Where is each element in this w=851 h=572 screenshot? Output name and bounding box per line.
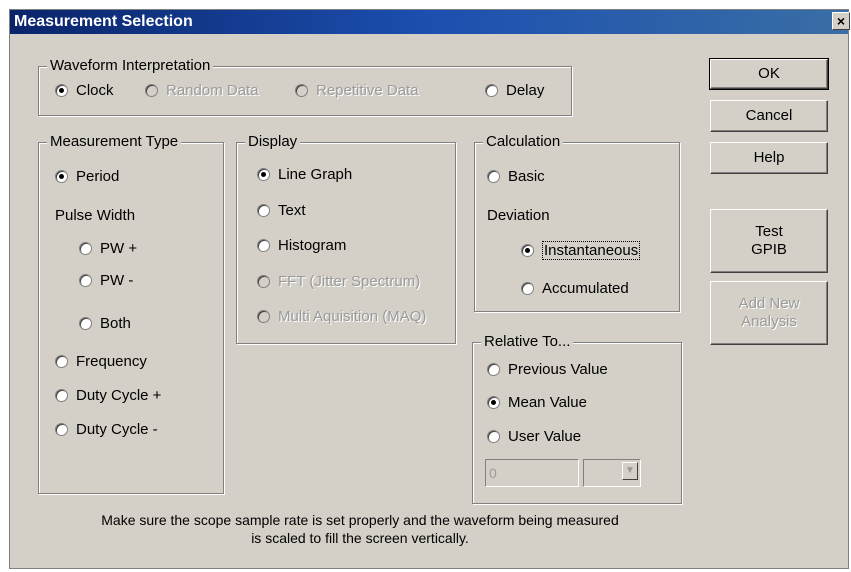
- pulse-width-label: Pulse Width: [55, 207, 136, 224]
- radio-random-data[interactable]: Random Data: [145, 82, 259, 99]
- help-button[interactable]: Help: [710, 142, 828, 174]
- radio-dot-selected: [521, 244, 534, 257]
- radio-dot: [487, 430, 500, 443]
- footer-note-line-2: is scaled to fill the screen vertically.: [251, 530, 469, 546]
- radio-histogram-label: Histogram: [278, 237, 347, 254]
- radio-dot: [55, 423, 68, 436]
- radio-dot: [487, 363, 500, 376]
- radio-dot: [257, 239, 270, 252]
- radio-dot: [521, 282, 534, 295]
- radio-dot-selected: [257, 168, 270, 181]
- display-group: Display Line Graph Text Histogram FFT (J…: [236, 133, 456, 344]
- radio-accumulated[interactable]: Accumulated: [521, 280, 629, 297]
- radio-line-graph-label: Line Graph: [278, 166, 353, 183]
- add-new-label-1: Add New: [738, 295, 800, 312]
- radio-random-data-label: Random Data: [166, 82, 259, 99]
- display-legend: Display: [245, 133, 301, 150]
- radio-pw-minus-label: PW -: [100, 272, 134, 289]
- radio-dot: [79, 317, 92, 330]
- relative-to-group: Relative To... Previous Value Mean Value…: [472, 333, 682, 504]
- measurement-type-group: Measurement Type Period Pulse Width PW +…: [38, 133, 224, 494]
- radio-duty-cycle-plus-label: Duty Cycle +: [76, 387, 162, 404]
- relative-to-legend: Relative To...: [481, 333, 574, 350]
- radio-instantaneous[interactable]: Instantaneous: [521, 241, 641, 260]
- add-new-label-2: Analysis: [741, 313, 797, 330]
- deviation-label: Deviation: [487, 207, 550, 224]
- measurement-type-legend: Measurement Type: [47, 133, 182, 150]
- radio-pw-minus[interactable]: PW -: [79, 272, 133, 289]
- radio-dot: [485, 84, 498, 97]
- radio-text-label: Text: [278, 202, 306, 219]
- add-new-analysis-button[interactable]: Add New Analysis: [710, 281, 828, 345]
- radio-dot: [145, 84, 158, 97]
- radio-line-graph[interactable]: Line Graph: [257, 166, 352, 183]
- title-bar: Measurement Selection ×: [10, 10, 850, 34]
- waveform-interpretation-group: Waveform Interpretation Clock Random Dat…: [38, 57, 572, 116]
- radio-both[interactable]: Both: [79, 315, 131, 332]
- radio-mean-value-label: Mean Value: [508, 394, 587, 411]
- cancel-button[interactable]: Cancel: [710, 100, 828, 132]
- radio-dot-selected: [55, 170, 68, 183]
- radio-maq[interactable]: Multi Aquisition (MAQ): [257, 308, 426, 325]
- radio-basic-label: Basic: [508, 168, 545, 185]
- radio-dot-selected: [55, 84, 68, 97]
- radio-repetitive-data[interactable]: Repetitive Data: [295, 82, 419, 99]
- radio-dot: [55, 355, 68, 368]
- radio-dot: [257, 310, 270, 323]
- radio-accumulated-label: Accumulated: [542, 280, 629, 297]
- radio-pw-plus[interactable]: PW +: [79, 240, 137, 257]
- radio-dot: [79, 242, 92, 255]
- radio-delay-label: Delay: [506, 82, 545, 99]
- radio-dot: [487, 170, 500, 183]
- radio-dot: [79, 274, 92, 287]
- waveform-interpretation-legend: Waveform Interpretation: [47, 57, 214, 74]
- radio-histogram[interactable]: Histogram: [257, 237, 346, 254]
- radio-period-label: Period: [76, 168, 120, 185]
- radio-repetitive-data-label: Repetitive Data: [316, 82, 419, 99]
- radio-pw-plus-label: PW +: [100, 240, 138, 257]
- radio-period[interactable]: Period: [55, 168, 119, 185]
- close-button[interactable]: ×: [832, 12, 850, 30]
- ok-button[interactable]: OK: [709, 58, 829, 90]
- radio-maq-label: Multi Aquisition (MAQ): [278, 308, 427, 325]
- test-gpib-button[interactable]: Test GPIB: [710, 209, 828, 273]
- radio-clock-label: Clock: [76, 82, 114, 99]
- radio-frequency[interactable]: Frequency: [55, 353, 147, 370]
- radio-duty-cycle-minus-label: Duty Cycle -: [76, 421, 158, 438]
- radio-dot: [55, 389, 68, 402]
- radio-both-label: Both: [100, 315, 131, 332]
- radio-dot-selected: [487, 396, 500, 409]
- user-value-unit-select[interactable]: ▼: [583, 459, 641, 487]
- window-title: Measurement Selection: [14, 13, 193, 30]
- radio-frequency-label: Frequency: [76, 353, 147, 370]
- calculation-group: Calculation Basic Deviation Instantaneou…: [474, 133, 680, 312]
- radio-dot: [295, 84, 308, 97]
- user-value-input[interactable]: 0: [485, 459, 579, 487]
- test-gpib-label-1: Test: [755, 223, 783, 240]
- calculation-legend: Calculation: [483, 133, 564, 150]
- radio-duty-cycle-minus[interactable]: Duty Cycle -: [55, 421, 158, 438]
- radio-previous-value[interactable]: Previous Value: [487, 361, 608, 378]
- radio-clock[interactable]: Clock: [55, 82, 114, 99]
- radio-user-value-label: User Value: [508, 428, 582, 445]
- radio-user-value[interactable]: User Value: [487, 428, 581, 445]
- radio-duty-cycle-plus[interactable]: Duty Cycle +: [55, 387, 161, 404]
- radio-instantaneous-label: Instantaneous: [542, 241, 641, 260]
- radio-dot: [257, 204, 270, 217]
- radio-dot: [257, 275, 270, 288]
- radio-text[interactable]: Text: [257, 202, 306, 219]
- radio-mean-value[interactable]: Mean Value: [487, 394, 587, 411]
- test-gpib-label-2: GPIB: [751, 241, 787, 258]
- radio-fft-label: FFT (Jitter Spectrum): [278, 273, 421, 290]
- radio-fft[interactable]: FFT (Jitter Spectrum): [257, 273, 420, 290]
- radio-previous-value-label: Previous Value: [508, 361, 608, 378]
- measurement-selection-dialog: Measurement Selection × Waveform Interpr…: [9, 9, 850, 569]
- footer-note-line-1: Make sure the scope sample rate is set p…: [101, 512, 619, 528]
- chevron-down-icon[interactable]: ▼: [622, 462, 638, 480]
- radio-delay[interactable]: Delay: [485, 82, 544, 99]
- radio-basic[interactable]: Basic: [487, 168, 545, 185]
